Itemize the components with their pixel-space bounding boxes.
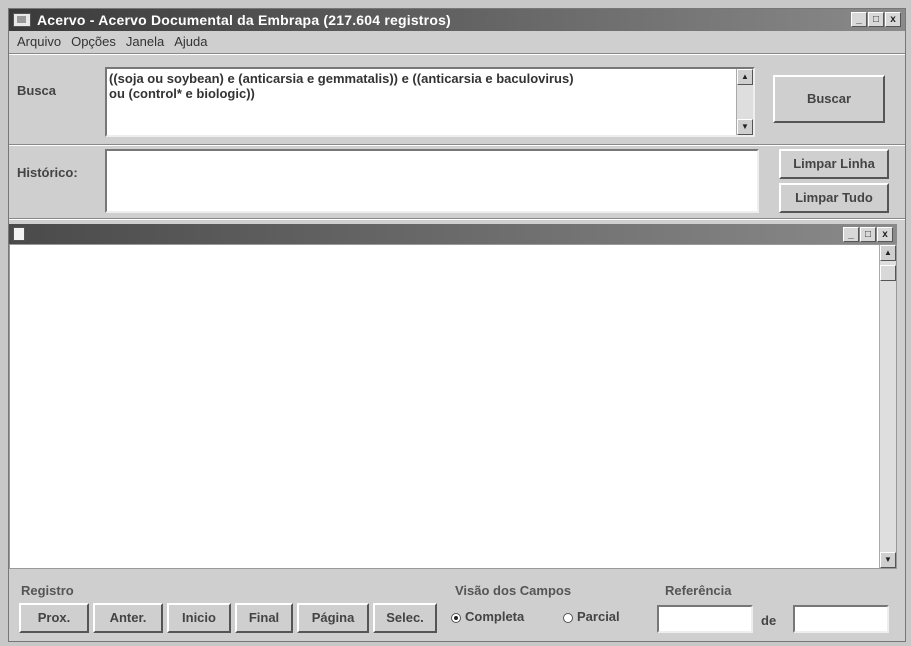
buscar-button[interactable]: Buscar bbox=[773, 75, 885, 123]
search-separator bbox=[9, 144, 905, 146]
document-content-area[interactable]: ▲ ▼ bbox=[9, 244, 897, 569]
scroll-down-icon[interactable]: ▼ bbox=[737, 119, 753, 135]
document-window-title-bar: _ □ x bbox=[9, 224, 897, 244]
selec-button[interactable]: Selec. bbox=[373, 603, 437, 633]
close-button[interactable]: x bbox=[885, 12, 901, 27]
search-label: Busca bbox=[17, 83, 57, 98]
inicio-button[interactable]: Inicio bbox=[167, 603, 231, 633]
document-icon bbox=[13, 227, 25, 241]
minimize-button[interactable]: _ bbox=[851, 12, 867, 27]
document-minimize-button[interactable]: _ bbox=[843, 227, 859, 242]
referencia-from-field[interactable] bbox=[657, 605, 753, 633]
scroll-down-icon[interactable]: ▼ bbox=[880, 552, 896, 568]
referencia-to-text bbox=[795, 607, 887, 609]
scroll-up-icon[interactable]: ▲ bbox=[880, 245, 896, 261]
anter-button[interactable]: Anter. bbox=[93, 603, 163, 633]
menu-bar: Arquivo Opções Janela Ajuda bbox=[9, 31, 905, 51]
completa-label[interactable]: Completa bbox=[465, 609, 524, 624]
menu-arquivo[interactable]: Arquivo bbox=[17, 34, 61, 49]
registro-group-label: Registro bbox=[21, 583, 74, 598]
limpar-linha-button[interactable]: Limpar Linha bbox=[779, 149, 889, 179]
referencia-de-label: de bbox=[761, 613, 777, 628]
scroll-up-icon[interactable]: ▲ bbox=[737, 69, 753, 85]
app-icon bbox=[13, 13, 31, 27]
completa-radio[interactable] bbox=[451, 613, 461, 623]
referencia-group-label: Referência bbox=[665, 583, 732, 598]
search-scrollbar[interactable]: ▲ ▼ bbox=[736, 69, 753, 135]
document-close-button[interactable]: x bbox=[877, 227, 893, 242]
scroll-thumb[interactable] bbox=[880, 265, 896, 281]
document-maximize-button[interactable]: □ bbox=[860, 227, 876, 242]
document-window-controls: _ □ x bbox=[843, 227, 893, 242]
menu-opcoes[interactable]: Opções bbox=[71, 34, 116, 49]
parcial-label[interactable]: Parcial bbox=[577, 609, 620, 624]
limpar-tudo-button[interactable]: Limpar Tudo bbox=[779, 183, 889, 213]
history-label: Histórico: bbox=[17, 165, 78, 180]
parcial-radio[interactable] bbox=[563, 613, 573, 623]
final-button[interactable]: Final bbox=[235, 603, 293, 633]
menu-separator bbox=[9, 53, 905, 55]
history-text bbox=[107, 151, 757, 153]
maximize-button[interactable]: □ bbox=[868, 12, 884, 27]
menu-janela[interactable]: Janela bbox=[126, 34, 164, 49]
referencia-to-field[interactable] bbox=[793, 605, 889, 633]
title-bar: Acervo - Acervo Documental da Embrapa (2… bbox=[9, 9, 905, 31]
window-controls: _ □ x bbox=[851, 12, 901, 27]
document-scrollbar[interactable]: ▲ ▼ bbox=[879, 245, 896, 568]
history-separator bbox=[9, 218, 905, 220]
pagina-button[interactable]: Página bbox=[297, 603, 369, 633]
history-field[interactable] bbox=[105, 149, 759, 213]
visao-group-label: Visão dos Campos bbox=[455, 583, 572, 598]
main-window: Acervo - Acervo Documental da Embrapa (2… bbox=[8, 8, 906, 642]
prox-button[interactable]: Prox. bbox=[19, 603, 89, 633]
menu-ajuda[interactable]: Ajuda bbox=[174, 34, 207, 49]
referencia-from-text bbox=[659, 607, 751, 609]
window-title: Acervo - Acervo Documental da Embrapa (2… bbox=[37, 12, 451, 28]
search-query-field[interactable]: ((soja ou soybean) e (anticarsia e gemma… bbox=[105, 67, 755, 137]
search-query-text: ((soja ou soybean) e (anticarsia e gemma… bbox=[109, 71, 574, 101]
